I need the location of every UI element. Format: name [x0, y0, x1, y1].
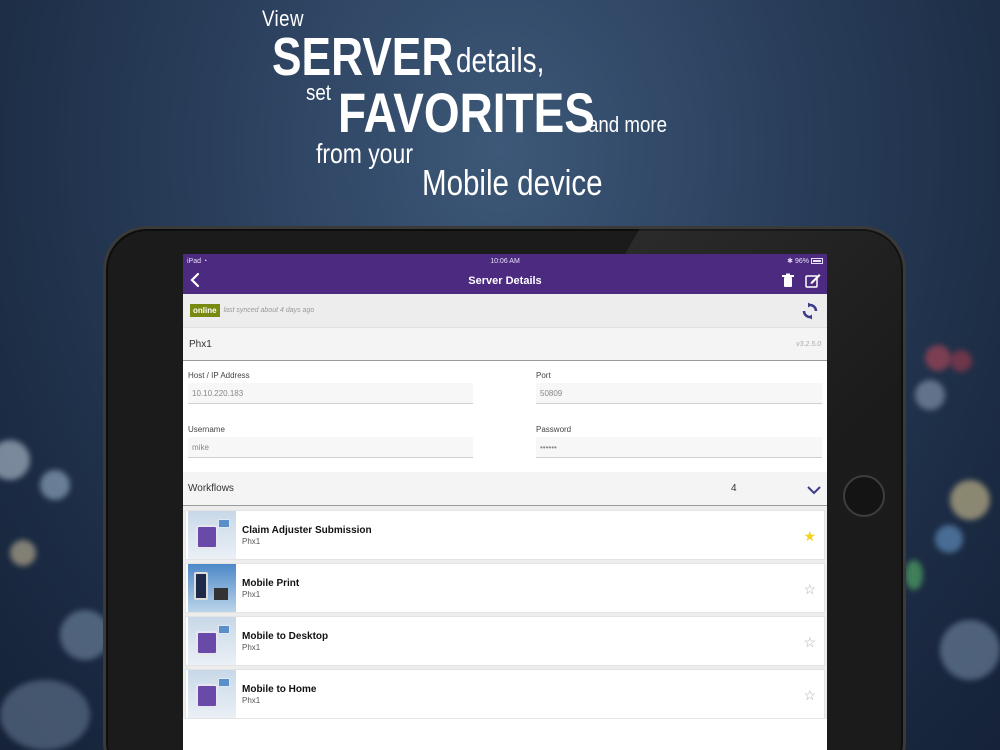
- workflow-item[interactable]: Claim Adjuster Submission Phx1 ★: [185, 510, 825, 560]
- workflow-item[interactable]: Mobile Print Phx1 ☆: [185, 563, 825, 613]
- workflows-count: 4: [731, 483, 737, 494]
- refresh-icon[interactable]: [801, 302, 819, 325]
- favorite-star-icon[interactable]: ★: [803, 529, 816, 543]
- bokeh-light: [935, 525, 963, 553]
- workflow-thumbnail-icon: [188, 564, 236, 612]
- workflows-title: Workflows: [188, 483, 234, 494]
- username-input[interactable]: mike: [188, 437, 473, 458]
- headline-details: details,: [456, 42, 545, 80]
- trash-icon[interactable]: [781, 273, 795, 288]
- host-field-group: Host / IP Address 10.10.220.183: [188, 371, 473, 404]
- server-version: v3.2.5.0: [796, 340, 821, 348]
- host-input[interactable]: 10.10.220.183: [188, 383, 473, 404]
- workflow-server: Phx1: [242, 695, 261, 705]
- nav-bar: Server Details: [183, 268, 827, 294]
- workflow-name: Mobile to Home: [242, 683, 317, 695]
- chevron-down-icon[interactable]: [807, 482, 821, 500]
- workflows-header[interactable]: Workflows 4: [183, 472, 827, 506]
- server-form: Host / IP Address 10.10.220.183 Port 508…: [183, 361, 827, 472]
- favorite-star-icon[interactable]: ☆: [803, 582, 816, 596]
- headline-favorites: FAVORITES: [338, 81, 595, 144]
- page-title: Server Details: [468, 275, 542, 287]
- workflow-server: Phx1: [242, 536, 261, 546]
- password-field-group: Password ••••••: [536, 425, 822, 458]
- port-input[interactable]: 50809: [536, 383, 822, 404]
- bokeh-light: [940, 620, 1000, 680]
- username-field-group: Username mike: [188, 425, 473, 458]
- workflow-item[interactable]: Mobile to Home Phx1 ☆: [185, 669, 825, 719]
- port-label: Port: [536, 371, 551, 380]
- workflow-thumbnail-icon: [188, 511, 236, 559]
- promo-headline: View SERVER details, set FAVORITES and m…: [0, 0, 1000, 220]
- bokeh-light: [0, 440, 30, 480]
- server-name-row: Phx1 v3.2.5.0: [183, 328, 827, 361]
- headline-mobile-device: Mobile device: [422, 162, 603, 203]
- app-screen: iPad ◔ 10:06 AM ✱ 96% Server Details onl…: [183, 254, 827, 750]
- workflow-name: Mobile to Desktop: [242, 630, 329, 642]
- status-time: 10:06 AM: [490, 257, 520, 265]
- headline-and-more: and more: [588, 112, 668, 137]
- sync-bar: online last synced about 4 days ago: [183, 294, 827, 328]
- workflow-thumbnail-icon: [188, 670, 236, 718]
- bokeh-light: [950, 480, 990, 520]
- bokeh-light: [915, 380, 945, 410]
- workflow-thumbnail-icon: [188, 617, 236, 665]
- workflow-item[interactable]: Mobile to Desktop Phx1 ☆: [185, 616, 825, 666]
- headline-server: SERVER: [272, 27, 454, 87]
- battery-icon: [811, 258, 823, 265]
- favorite-star-icon[interactable]: ☆: [803, 635, 816, 649]
- last-synced-text: last synced about 4 days ago: [223, 307, 315, 314]
- workflow-name: Mobile Print: [242, 577, 300, 589]
- workflow-name: Claim Adjuster Submission: [242, 524, 372, 536]
- username-label: Username: [188, 425, 225, 434]
- server-name: Phx1: [189, 338, 212, 350]
- bokeh-light: [0, 680, 90, 750]
- workflow-server: Phx1: [242, 589, 261, 599]
- bokeh-light: [905, 560, 923, 590]
- bokeh-light: [40, 470, 70, 500]
- password-label: Password: [536, 425, 572, 434]
- back-chevron-icon[interactable]: [189, 272, 205, 290]
- edit-icon[interactable]: [805, 273, 821, 288]
- headline-set: set: [306, 80, 331, 105]
- status-bar: iPad ◔ 10:06 AM ✱ 96%: [183, 254, 827, 268]
- bokeh-light: [950, 350, 972, 372]
- host-label: Host / IP Address: [188, 371, 250, 380]
- status-badge: online: [190, 304, 220, 317]
- bokeh-light: [925, 345, 951, 371]
- favorite-star-icon[interactable]: ☆: [803, 688, 816, 702]
- headline-from-your: from your: [316, 138, 413, 169]
- password-input[interactable]: ••••••: [536, 437, 822, 458]
- home-button[interactable]: [843, 475, 885, 517]
- workflow-server: Phx1: [242, 642, 261, 652]
- workflow-list: Claim Adjuster Submission Phx1 ★ Mobile …: [183, 506, 827, 719]
- port-field-group: Port 50809: [536, 371, 822, 404]
- bokeh-light: [10, 540, 36, 566]
